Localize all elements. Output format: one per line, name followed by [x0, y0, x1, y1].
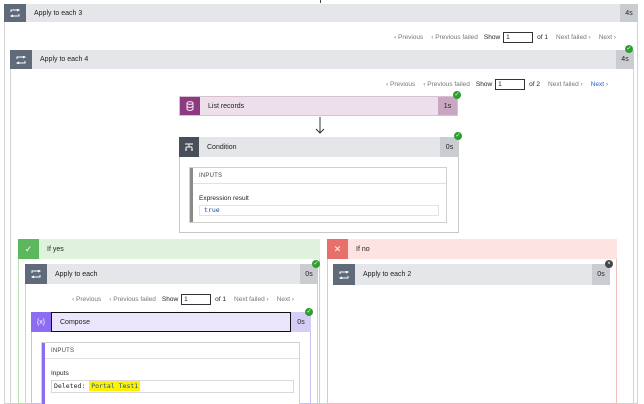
success-icon: ✓	[454, 132, 462, 140]
list-records-title: List records	[208, 102, 245, 110]
of-label: of 1	[215, 296, 227, 303]
previous-failed-link[interactable]: ‹ Previous failed	[423, 81, 470, 88]
previous-failed-link[interactable]: ‹ Previous failed	[431, 34, 478, 41]
compose-inputs-box: INPUTS Inputs Deleted: Portal Test1	[41, 342, 300, 404]
show-label: Show	[475, 81, 493, 88]
condition-title: Condition	[207, 143, 237, 151]
iteration-input[interactable]: 1	[495, 79, 526, 90]
iteration-input[interactable]: 1	[181, 294, 212, 305]
iteration-input[interactable]: 1	[503, 32, 534, 43]
of-label: of 2	[529, 81, 541, 88]
inputs-accent	[190, 168, 193, 222]
next-link[interactable]: Next ›	[277, 296, 294, 303]
compose-value-highlight: Portal Test1	[89, 381, 141, 391]
next-link[interactable]: Next ›	[599, 34, 616, 41]
compose-title: Compose	[51, 312, 291, 332]
condition-icon	[179, 137, 199, 157]
loop-icon	[4, 4, 26, 22]
compose-inputs-value: Deleted: Portal Test1	[51, 380, 294, 393]
compose-inputs-field-label: Inputs	[51, 370, 69, 377]
apply-to-each-3-title: Apply to each 3	[34, 9, 83, 17]
condition-header[interactable]: Condition 0s	[179, 137, 459, 157]
condition-duration: 0s	[440, 137, 459, 157]
apply-to-each-4-pager: ‹ Previous ‹ Previous failed Show 1 of 2…	[382, 79, 608, 90]
expression-result-value: true	[199, 205, 439, 216]
success-icon: ✓	[305, 308, 313, 316]
divider	[193, 183, 446, 184]
next-failed-link[interactable]: Next failed ›	[234, 296, 269, 303]
apply-to-each-3-pager: ‹ Previous ‹ Previous failed Show 1 of 1…	[390, 32, 616, 43]
next-link[interactable]: Next ›	[591, 81, 608, 88]
apply-to-each-4-duration: 4s	[616, 50, 634, 69]
checkmark-icon: ✓	[18, 239, 39, 259]
compose-inputs-label: INPUTS	[51, 348, 75, 354]
dataverse-icon	[180, 97, 200, 115]
flow-arrow	[315, 117, 325, 137]
apply-to-each-3-duration: 4s	[620, 4, 638, 22]
next-failed-link[interactable]: Next failed ›	[556, 34, 591, 41]
next-failed-link[interactable]: Next failed ›	[548, 81, 583, 88]
list-records-duration: 1s	[438, 97, 457, 115]
of-label: of 1	[537, 34, 549, 41]
apply-to-each-3-header[interactable]: Apply to each 3 4s	[4, 4, 638, 22]
apply-to-each-header[interactable]: Apply to each 0s	[25, 264, 318, 284]
success-icon: ✓	[625, 45, 633, 53]
previous-link[interactable]: ‹ Previous	[394, 34, 423, 41]
if-yes-header: ✓ If yes	[18, 239, 320, 259]
loop-icon	[333, 264, 355, 285]
skipped-icon: ×	[605, 260, 613, 268]
show-label: Show	[483, 34, 501, 41]
compose-header[interactable]: {x} Compose 0s	[31, 312, 311, 332]
inputs-accent	[42, 343, 45, 404]
divider	[45, 358, 299, 359]
if-no-title: If no	[356, 245, 370, 253]
if-yes-title: If yes	[47, 245, 64, 253]
previous-link[interactable]: ‹ Previous	[386, 81, 415, 88]
top-connector	[320, 0, 321, 3]
previous-failed-link[interactable]: ‹ Previous failed	[109, 296, 156, 303]
apply-to-each-title: Apply to each	[55, 270, 98, 278]
compose-icon: {x}	[31, 312, 51, 332]
loop-icon	[25, 264, 47, 284]
close-icon: ✕	[327, 239, 348, 259]
success-icon: ✓	[312, 260, 320, 268]
loop-icon	[10, 50, 32, 69]
previous-link[interactable]: ‹ Previous	[72, 296, 101, 303]
expression-result-label: Expression result	[199, 195, 249, 202]
apply-to-each-2-title: Apply to each 2	[363, 271, 412, 278]
success-icon: ✓	[453, 91, 461, 99]
apply-to-each-2-card[interactable]: Apply to each 2 0s	[333, 264, 610, 285]
apply-to-each-4-header[interactable]: Apply to each 4 4s	[10, 50, 634, 69]
if-no-header: ✕ If no	[327, 239, 617, 259]
apply-to-each-pager: ‹ Previous ‹ Previous failed Show 1 of 1…	[68, 294, 294, 305]
condition-inputs-label: INPUTS	[199, 173, 223, 179]
list-records-card[interactable]: List records 1s	[179, 96, 458, 116]
apply-to-each-4-title: Apply to each 4	[40, 56, 89, 63]
show-label: Show	[161, 296, 179, 303]
condition-inputs-box: INPUTS Expression result true	[189, 167, 447, 223]
compose-value-prefix: Deleted:	[54, 382, 90, 390]
